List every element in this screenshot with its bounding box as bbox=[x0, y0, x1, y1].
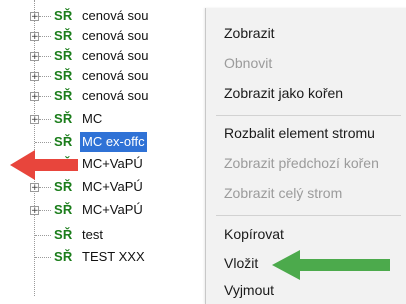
tree-item-label[interactable]: MC bbox=[80, 109, 104, 129]
item-type-code: SŘ bbox=[54, 111, 73, 126]
expand-plus-icon[interactable]: + bbox=[30, 52, 39, 62]
tree-connector bbox=[35, 257, 51, 258]
expand-plus-icon[interactable]: + bbox=[30, 32, 39, 42]
tree-connector bbox=[39, 56, 51, 57]
tree-item-label[interactable]: TEST XXX bbox=[80, 247, 147, 267]
item-type-code: SŘ bbox=[54, 249, 73, 264]
tree-item[interactable]: SŘ test bbox=[14, 225, 214, 245]
item-type-code: SŘ bbox=[54, 28, 73, 43]
menu-item-rozbalit-element-stromu[interactable]: Rozbalit element stromu bbox=[224, 122, 375, 144]
tree-item-label[interactable]: MC ex-offc bbox=[80, 132, 147, 152]
red-arrow-icon bbox=[10, 150, 78, 180]
tree-connector bbox=[39, 187, 51, 188]
item-type-code: SŘ bbox=[54, 8, 73, 23]
menu-item-vlozit[interactable]: Vložit bbox=[224, 252, 258, 274]
tree-connector bbox=[35, 142, 51, 143]
item-type-code: SŘ bbox=[54, 88, 73, 103]
tree-item-label[interactable]: MC+VaPÚ bbox=[80, 200, 145, 220]
tree-item-label[interactable]: cenová sou bbox=[80, 46, 151, 66]
menu-item-obnovit: Obnovit bbox=[224, 55, 273, 71]
green-arrow-icon bbox=[272, 250, 390, 280]
expand-plus-icon[interactable]: + bbox=[30, 115, 39, 125]
menu-item-zobrazit-predchozi-koren: Zobrazit předchozí kořen bbox=[224, 155, 379, 171]
tree-item[interactable]: + SŘ MC+VaPÚ bbox=[14, 200, 214, 220]
menu-item-zobrazit-cely-strom: Zobrazit celý strom bbox=[224, 185, 343, 201]
expand-plus-icon[interactable]: + bbox=[30, 92, 39, 102]
tree-connector bbox=[39, 96, 51, 97]
item-type-code: SŘ bbox=[54, 202, 73, 217]
tree-item[interactable]: + SŘ cenová sou bbox=[14, 6, 214, 26]
tree-item-label[interactable]: cenová sou bbox=[80, 26, 151, 46]
menu-item-kopirovat[interactable]: Kopírovat bbox=[224, 223, 284, 245]
menu-item-vyjmout[interactable]: Vyjmout bbox=[224, 279, 274, 301]
item-type-code: SŘ bbox=[54, 227, 73, 242]
tree-item-label[interactable]: test bbox=[80, 225, 105, 245]
tree-connector bbox=[39, 16, 51, 17]
tree-item[interactable]: SŘ TEST XXX bbox=[14, 247, 214, 267]
tree-item[interactable]: + SŘ cenová sou bbox=[14, 66, 214, 86]
tree-connector bbox=[39, 210, 51, 211]
menu-separator bbox=[216, 115, 401, 116]
expand-plus-icon[interactable]: + bbox=[30, 206, 39, 216]
tree-item-label[interactable]: cenová sou bbox=[80, 66, 151, 86]
expand-plus-icon[interactable]: + bbox=[30, 12, 39, 22]
item-type-code: SŘ bbox=[54, 48, 73, 63]
tree-connector bbox=[39, 76, 51, 77]
tree-item[interactable]: + SŘ cenová sou bbox=[14, 46, 214, 66]
menu-item-zobrazit[interactable]: Zobrazit bbox=[224, 22, 275, 44]
tree-item[interactable]: + SŘ cenová sou bbox=[14, 86, 214, 106]
menu-item-zobrazit-jako-koren[interactable]: Zobrazit jako kořen bbox=[224, 82, 343, 104]
tree-item-label[interactable]: MC+VaPÚ bbox=[80, 177, 145, 197]
tree-connector bbox=[39, 36, 51, 37]
tree-connector bbox=[39, 119, 51, 120]
tree-item-label[interactable]: cenová sou bbox=[80, 6, 151, 26]
expand-plus-icon[interactable]: + bbox=[30, 72, 39, 82]
window: + SŘ cenová sou + SŘ cenová sou + SŘ cen… bbox=[0, 0, 406, 304]
tree-item-label[interactable]: MC+VaPÚ bbox=[80, 154, 145, 174]
menu-separator bbox=[216, 215, 401, 216]
tree-connector bbox=[35, 235, 51, 236]
tree-item[interactable]: + SŘ MC bbox=[14, 109, 214, 129]
item-type-code: SŘ bbox=[54, 68, 73, 83]
tree-item[interactable]: + SŘ cenová sou bbox=[14, 26, 214, 46]
tree-item-label[interactable]: cenová sou bbox=[80, 86, 151, 106]
